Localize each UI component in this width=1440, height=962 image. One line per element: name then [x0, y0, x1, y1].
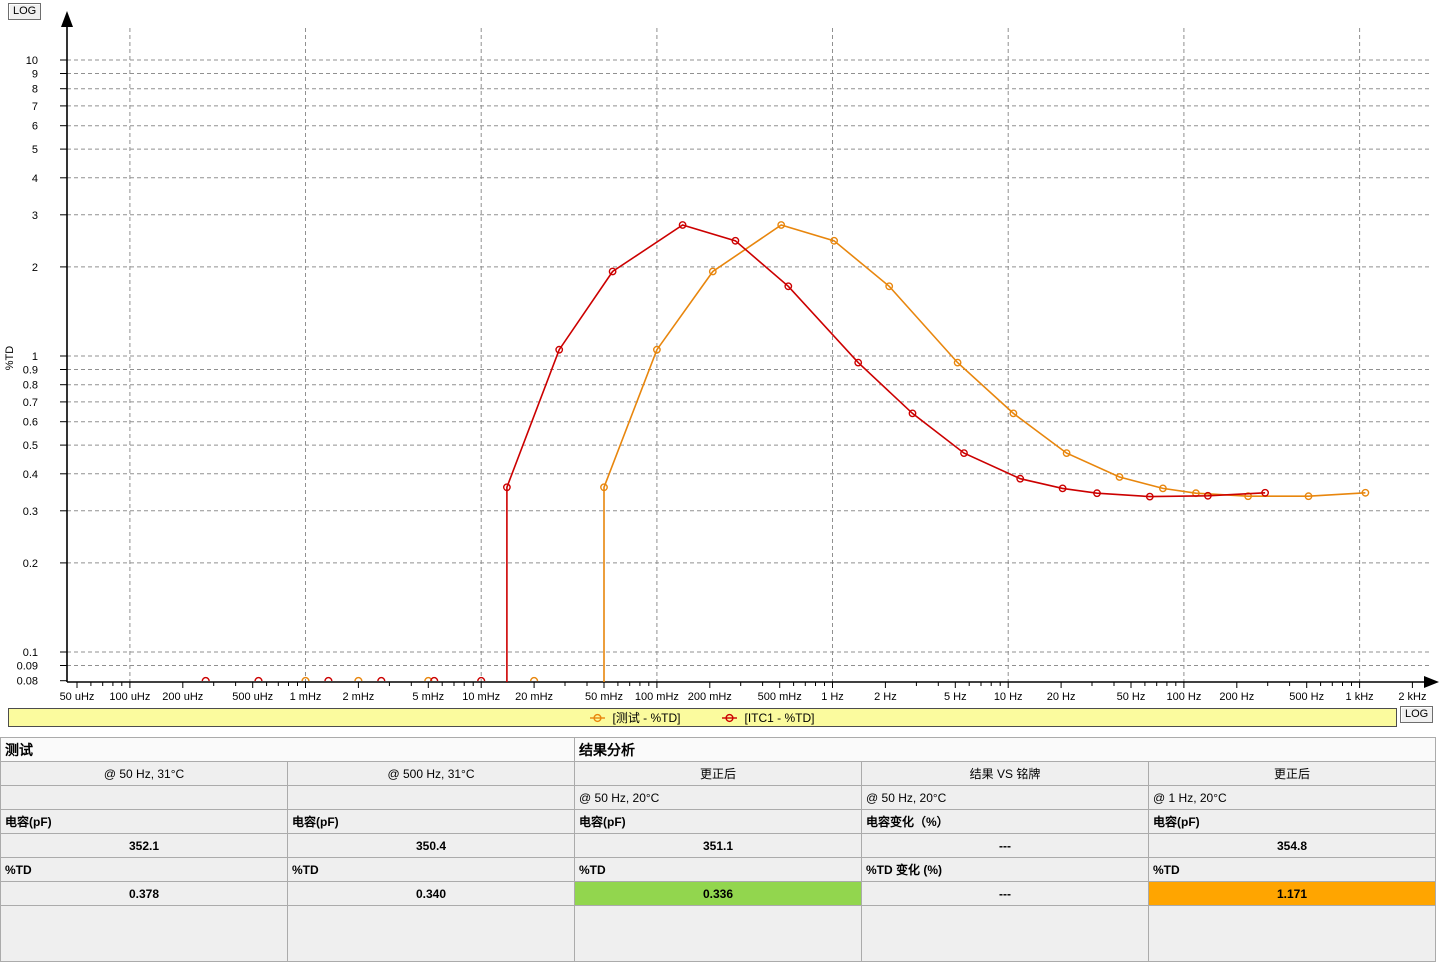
svg-text:1 Hz: 1 Hz [821, 691, 844, 703]
svg-text:200 Hz: 200 Hz [1219, 691, 1254, 703]
condition-cell [1, 786, 288, 810]
svg-text:500 uHz: 500 uHz [232, 691, 273, 703]
axes [61, 11, 1439, 688]
svg-text:0.7: 0.7 [23, 397, 38, 409]
chart-canvas: 10 9 8 7 6 5 4 3 2 1 0.9 0.8 0.7 0.6 0.5 0.4 0.3 0.2 0.1 0.… [0, 0, 1440, 706]
svg-text:9: 9 [32, 69, 38, 81]
svg-text:2 Hz: 2 Hz [874, 691, 897, 703]
legend-label: [ITC1 - %TD] [744, 711, 814, 725]
svg-text:20 Hz: 20 Hz [1047, 691, 1076, 703]
capacitance-change-label: 电容变化（%） [862, 810, 1149, 834]
series-marker-icon [590, 713, 605, 723]
condition-cell: @ 50 Hz, 20°C [575, 786, 862, 810]
chart-legend: [测试 - %TD] [ITC1 - %TD] [8, 708, 1397, 727]
svg-text:1 kHz: 1 kHz [1346, 691, 1374, 703]
column-header: 更正后 [575, 762, 862, 786]
svg-text:200 mHz: 200 mHz [688, 691, 732, 703]
svg-text:50 uHz: 50 uHz [60, 691, 95, 703]
svg-text:50 mHz: 50 mHz [585, 691, 623, 703]
empty-cell [862, 906, 1149, 962]
svg-text:10: 10 [26, 55, 38, 67]
svg-text:0.2: 0.2 [23, 558, 38, 570]
svg-text:1: 1 [32, 351, 38, 363]
section-header-result-analysis: 结果分析 [575, 738, 1436, 762]
svg-text:100 Hz: 100 Hz [1166, 691, 1201, 703]
svg-text:500 Hz: 500 Hz [1289, 691, 1324, 703]
td-vs-frequency-chart: 10 9 8 7 6 5 4 3 2 1 0.9 0.8 0.7 0.6 0.5 0.4 0.3 0.2 0.1 0.… [0, 0, 1440, 706]
empty-cell [1, 906, 288, 962]
legend-item-test-series[interactable]: [测试 - %TD] [590, 709, 680, 726]
td-value: 0.378 [1, 882, 288, 906]
svg-text:2 mHz: 2 mHz [343, 691, 375, 703]
svg-text:50 Hz: 50 Hz [1117, 691, 1146, 703]
svg-text:0.3: 0.3 [23, 506, 38, 518]
svg-text:0.09: 0.09 [17, 661, 38, 673]
td-label: %TD [1149, 858, 1436, 882]
td-change-label: %TD 变化 (%) [862, 858, 1149, 882]
condition-cell [288, 786, 575, 810]
svg-text:2 kHz: 2 kHz [1398, 691, 1426, 703]
td-value: 0.340 [288, 882, 575, 906]
empty-cell [1149, 906, 1436, 962]
td-value-highlight-orange: 1.171 [1149, 882, 1436, 906]
column-header: 更正后 [1149, 762, 1436, 786]
svg-text:2: 2 [32, 262, 38, 274]
svg-text:5: 5 [32, 144, 38, 156]
svg-text:20 mHz: 20 mHz [515, 691, 553, 703]
svg-text:0.8: 0.8 [23, 380, 38, 392]
capacitance-value: 350.4 [288, 834, 575, 858]
svg-text:0.08: 0.08 [17, 676, 38, 688]
series-marker-icon [722, 713, 737, 723]
svg-text:3: 3 [32, 210, 38, 222]
svg-text:6: 6 [32, 121, 38, 133]
svg-text:10 Hz: 10 Hz [994, 691, 1023, 703]
column-header: @ 50 Hz, 31°C [1, 762, 288, 786]
td-label: %TD [288, 858, 575, 882]
dielectric-response-analysis-screen: 10 9 8 7 6 5 4 3 2 1 0.9 0.8 0.7 0.6 0.5 0.4 0.3 0.2 0.1 0.… [0, 0, 1440, 962]
svg-text:5 Hz: 5 Hz [944, 691, 967, 703]
svg-text:4: 4 [32, 173, 38, 185]
svg-text:0.9: 0.9 [23, 365, 38, 377]
x-axis-log-toggle-button[interactable]: LOG [1400, 706, 1433, 723]
section-header-test: 测试 [1, 738, 575, 762]
svg-text:8: 8 [32, 84, 38, 96]
svg-text:200 uHz: 200 uHz [162, 691, 203, 703]
td-label: %TD [1, 858, 288, 882]
condition-cell: @ 1 Hz, 20°C [1149, 786, 1436, 810]
capacitance-value: 352.1 [1, 834, 288, 858]
capacitance-change-value: --- [862, 834, 1149, 858]
empty-cell [575, 906, 862, 962]
svg-text:0.5: 0.5 [23, 440, 38, 452]
svg-text:5 mHz: 5 mHz [412, 691, 444, 703]
capacitance-label: 电容(pF) [1149, 810, 1436, 834]
column-header: 结果 VS 铭牌 [862, 762, 1149, 786]
td-change-value: --- [862, 882, 1149, 906]
svg-text:7: 7 [32, 101, 38, 113]
series-itc1 [202, 222, 1268, 682]
series-test [302, 222, 1369, 682]
y-axis-title: %TD [4, 346, 16, 371]
svg-text:10 mHz: 10 mHz [462, 691, 500, 703]
y-axis-log-toggle-button[interactable]: LOG [8, 3, 41, 20]
condition-cell: @ 50 Hz, 20°C [862, 786, 1149, 810]
svg-text:100 uHz: 100 uHz [109, 691, 150, 703]
svg-text:0.4: 0.4 [23, 469, 38, 481]
capacitance-label: 电容(pF) [288, 810, 575, 834]
capacitance-value: 354.8 [1149, 834, 1436, 858]
svg-text:0.6: 0.6 [23, 417, 38, 429]
legend-item-itc1-series[interactable]: [ITC1 - %TD] [722, 711, 814, 725]
capacitance-value: 351.1 [575, 834, 862, 858]
svg-text:100 mHz: 100 mHz [635, 691, 679, 703]
capacitance-label: 电容(pF) [575, 810, 862, 834]
td-value-highlight-green: 0.336 [575, 882, 862, 906]
svg-text:500 mHz: 500 mHz [758, 691, 802, 703]
legend-label: [测试 - %TD] [612, 709, 680, 726]
column-header: @ 500 Hz, 31°C [288, 762, 575, 786]
svg-text:0.1: 0.1 [23, 647, 38, 659]
svg-text:1 mHz: 1 mHz [290, 691, 322, 703]
empty-cell [288, 906, 575, 962]
results-table: 测试 结果分析 @ 50 Hz, 31°C @ 500 Hz, 31°C 更正后… [0, 737, 1436, 962]
capacitance-label: 电容(pF) [1, 810, 288, 834]
td-label: %TD [575, 858, 862, 882]
